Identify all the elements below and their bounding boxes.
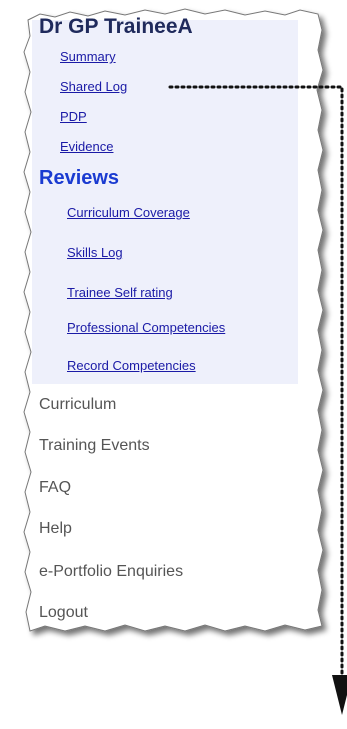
dotted-arrow-icon bbox=[168, 85, 347, 715]
